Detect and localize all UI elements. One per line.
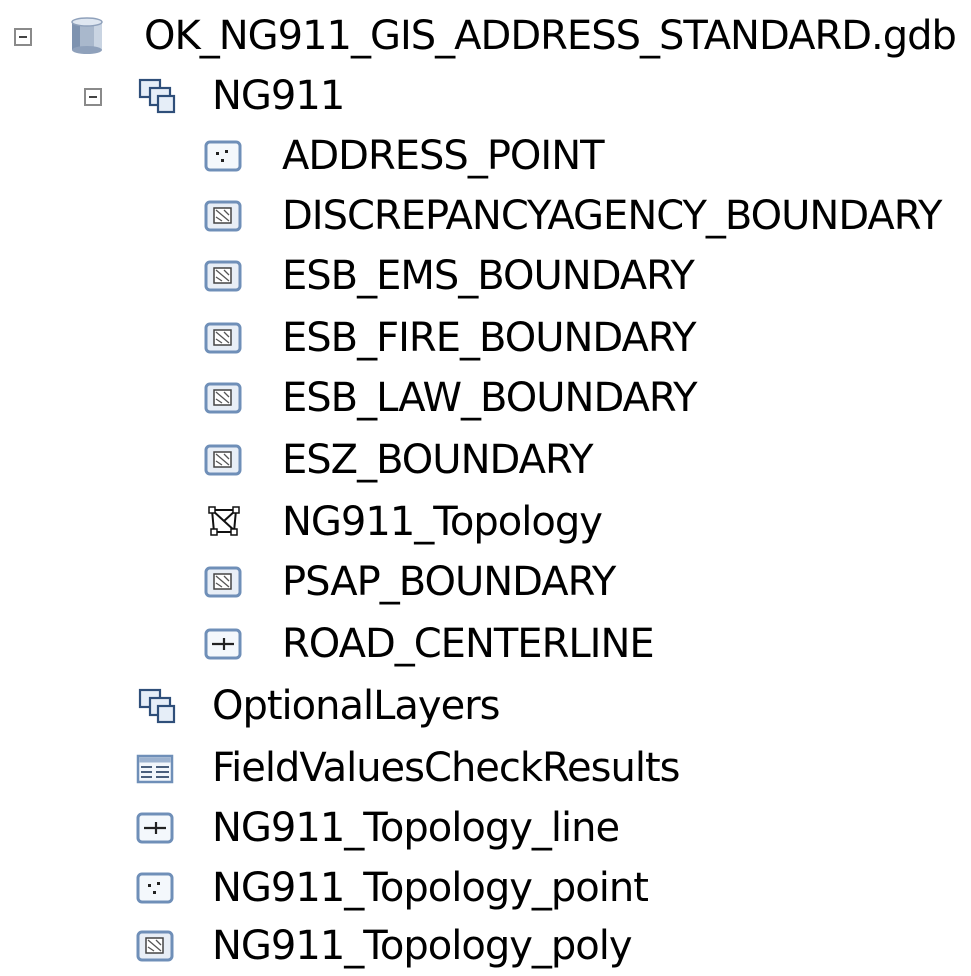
- tree-node-feature-class[interactable]: ESB_LAW_BOUNDARY: [0, 368, 960, 428]
- line-feature-class-icon: [204, 628, 242, 660]
- tree-node-label: NG911_Topology_point: [212, 865, 649, 911]
- feature-dataset-icon: [138, 78, 176, 114]
- collapse-toggle-icon[interactable]: [14, 28, 32, 46]
- tree-node-label: OK_NG911_GIS_ADDRESS_STANDARD.gdb: [144, 13, 957, 59]
- topology-icon: [208, 506, 240, 536]
- tree-node-label: OptionalLayers: [212, 683, 500, 729]
- polygon-feature-class-icon: [204, 444, 242, 476]
- tree-node-feature-dataset-optionallayers[interactable]: OptionalLayers: [0, 676, 960, 736]
- tree-node-label: ADDRESS_POINT: [282, 133, 605, 179]
- tree-node-feature-class[interactable]: ESB_FIRE_BOUNDARY: [0, 308, 960, 368]
- polygon-feature-class-icon: [136, 930, 174, 962]
- tree-node-feature-class[interactable]: ESZ_BOUNDARY: [0, 430, 960, 490]
- tree-node-feature-class[interactable]: PSAP_BOUNDARY: [0, 552, 960, 612]
- tree-node-feature-class[interactable]: ADDRESS_POINT: [0, 126, 960, 186]
- tree-node-label: DISCREPANCYAGENCY_BOUNDARY: [282, 193, 942, 239]
- tree-node-label: NG911: [212, 73, 345, 119]
- tree-node-label: ESB_LAW_BOUNDARY: [282, 375, 698, 421]
- tree-node-label: ESB_EMS_BOUNDARY: [282, 253, 695, 299]
- collapse-toggle-icon[interactable]: [84, 88, 102, 106]
- polygon-feature-class-icon: [204, 382, 242, 414]
- tree-node-label: NG911_Topology: [282, 499, 603, 545]
- tree-node-label: FieldValuesCheckResults: [212, 745, 680, 791]
- point-feature-class-icon: [204, 140, 242, 172]
- tree-node-feature-class[interactable]: NG911_Topology_line: [0, 798, 960, 858]
- tree-node-table[interactable]: FieldValuesCheckResults: [0, 738, 960, 798]
- tree-node-topology[interactable]: NG911_Topology: [0, 492, 960, 552]
- tree-node-label: ROAD_CENTERLINE: [282, 621, 655, 667]
- geodatabase-icon: [71, 17, 103, 55]
- polygon-feature-class-icon: [204, 322, 242, 354]
- table-icon: [136, 754, 174, 784]
- polygon-feature-class-icon: [204, 200, 242, 232]
- tree-node-label: NG911_Topology_poly: [212, 923, 633, 969]
- tree-node-geodatabase[interactable]: OK_NG911_GIS_ADDRESS_STANDARD.gdb: [0, 6, 960, 66]
- tree-node-feature-class[interactable]: NG911_Topology_poly: [0, 916, 960, 976]
- tree-node-label: NG911_Topology_line: [212, 805, 620, 851]
- tree-node-label: ESZ_BOUNDARY: [282, 437, 594, 483]
- tree-node-feature-class[interactable]: ROAD_CENTERLINE: [0, 614, 960, 674]
- tree-node-feature-class[interactable]: NG911_Topology_point: [0, 858, 960, 918]
- line-feature-class-icon: [136, 812, 174, 844]
- feature-dataset-icon: [138, 688, 176, 724]
- polygon-feature-class-icon: [204, 566, 242, 598]
- tree-node-feature-class[interactable]: DISCREPANCYAGENCY_BOUNDARY: [0, 186, 960, 246]
- point-feature-class-icon: [136, 872, 174, 904]
- tree-node-feature-class[interactable]: ESB_EMS_BOUNDARY: [0, 246, 960, 306]
- polygon-feature-class-icon: [204, 260, 242, 292]
- tree-node-feature-dataset-ng911[interactable]: NG911: [0, 66, 960, 126]
- tree-node-label: PSAP_BOUNDARY: [282, 559, 616, 605]
- tree-node-label: ESB_FIRE_BOUNDARY: [282, 315, 697, 361]
